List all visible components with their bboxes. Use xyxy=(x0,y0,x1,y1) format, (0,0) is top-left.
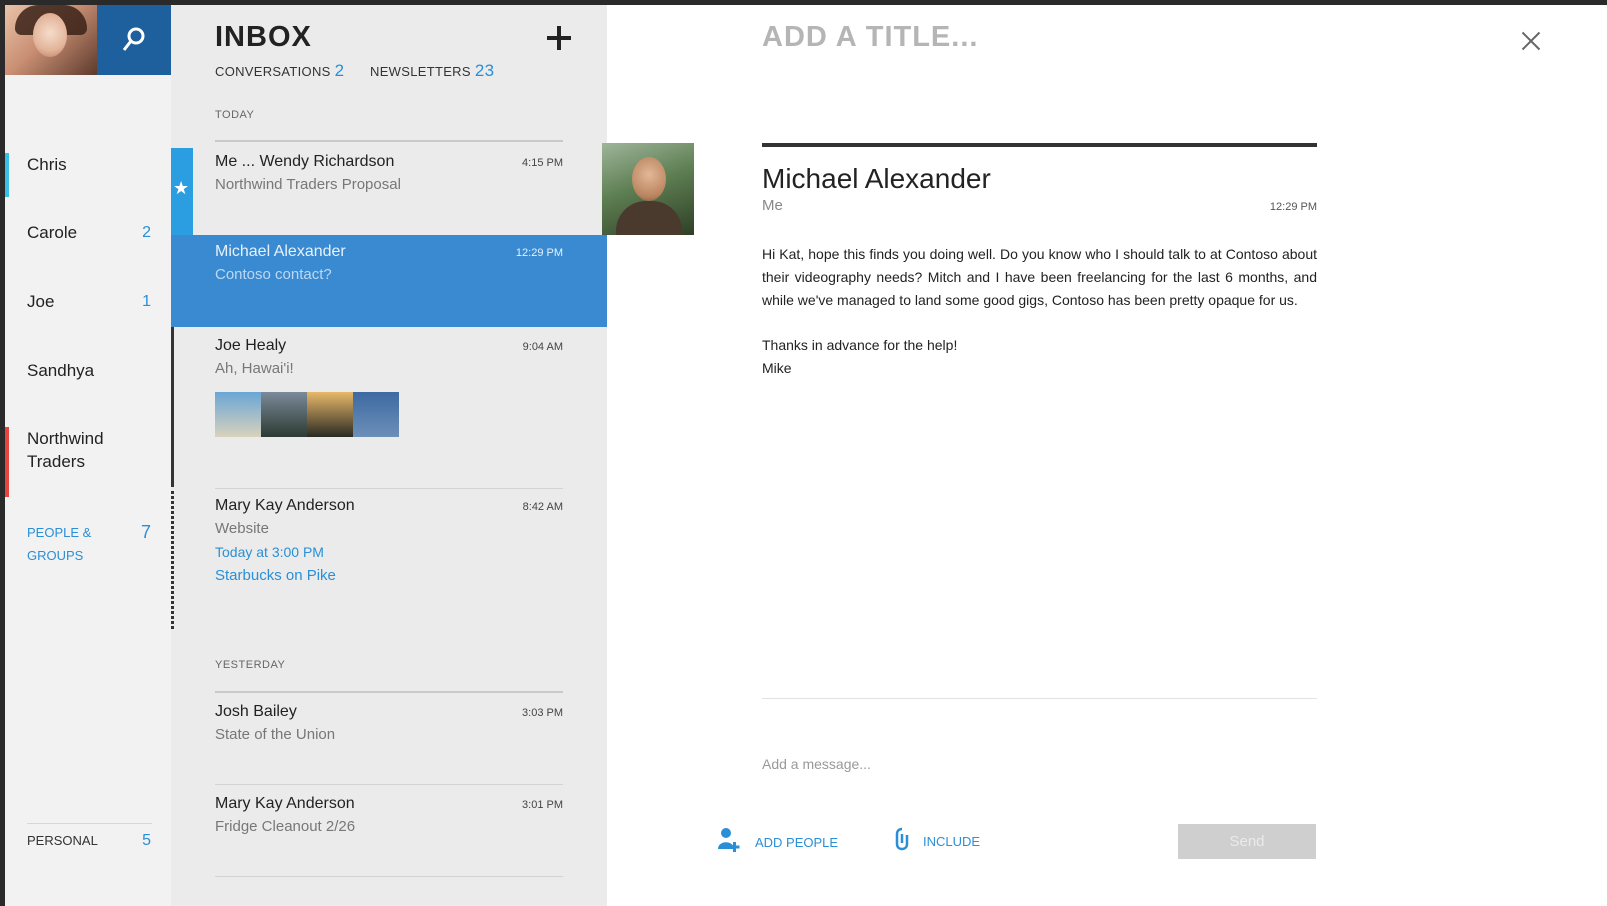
sidebar-item-carole[interactable]: Carole 2 xyxy=(5,221,171,265)
message-time: 9:04 AM xyxy=(522,341,563,353)
message-from: Josh Bailey xyxy=(215,703,297,720)
reply-divider xyxy=(762,698,1317,699)
message-body: Hi Kat, hope this finds you doing well. … xyxy=(762,243,1317,380)
message-time: 4:15 PM xyxy=(522,157,563,169)
message-item[interactable]: Mary Kay Anderson Fridge Cleanout 2/26 3… xyxy=(171,787,607,877)
sidebar-item-count: 7 xyxy=(140,522,151,542)
sidebar-item-northwind-traders[interactable]: Northwind Traders xyxy=(5,427,171,497)
title-input[interactable]: ADD A TITLE... xyxy=(762,21,978,54)
sender-name: Michael Alexander xyxy=(762,163,991,194)
tab-newsletters[interactable]: NEWSLETTERS 23 xyxy=(370,61,494,81)
sidebar-accent xyxy=(5,427,9,497)
message-subject: Contoso contact? xyxy=(215,266,332,283)
photo-thumbnail xyxy=(307,392,353,437)
section-label-yesterday: YESTERDAY xyxy=(215,659,286,671)
message-time: 12:29 PM xyxy=(515,247,563,259)
reading-pane: ADD A TITLE... Michael Alexander Me 12:2… xyxy=(607,5,1607,906)
add-people-label: ADD PEOPLE xyxy=(755,835,839,850)
header-rule xyxy=(762,143,1317,147)
message-item[interactable]: Joe Healy Ah, Hawai'i! 9:04 AM xyxy=(171,329,607,489)
sidebar: Chris Carole 2 Joe 1 Sandhya Northwind T… xyxy=(5,5,171,906)
message-item[interactable]: Me ... Wendy Richardson Northwind Trader… xyxy=(171,145,607,235)
message-subject: Website xyxy=(215,520,269,537)
tab-count: 2 xyxy=(334,61,345,80)
include-label: INCLUDE xyxy=(923,834,981,849)
photo-body xyxy=(616,201,682,235)
section-divider xyxy=(215,691,563,693)
message-from: Michael Alexander xyxy=(215,243,346,260)
add-people-button[interactable]: ADD PEOPLE xyxy=(717,827,838,858)
sidebar-accent xyxy=(5,153,9,197)
message-divider xyxy=(215,876,563,877)
reply-input[interactable] xyxy=(762,750,1317,778)
message-from: Mary Kay Anderson xyxy=(215,497,355,514)
message-paragraph: Hi Kat, hope this finds you doing well. … xyxy=(762,246,1317,308)
sidebar-item-label: PEOPLE & GROUPS xyxy=(27,525,92,563)
message-time: 8:42 AM xyxy=(522,501,563,513)
sidebar-item-chris[interactable]: Chris xyxy=(5,153,171,197)
tab-label: NEWSLETTERS xyxy=(370,64,471,79)
message-from: Joe Healy xyxy=(215,337,287,354)
tab-count: 23 xyxy=(474,61,495,80)
section-divider xyxy=(215,140,563,142)
recipient-name: Me xyxy=(762,197,783,214)
avatar-face xyxy=(33,13,67,57)
message-item[interactable]: Josh Bailey State of the Union 3:03 PM xyxy=(171,695,607,785)
sidebar-item-people-groups[interactable]: PEOPLE & GROUPS 7 xyxy=(5,521,171,569)
sidebar-item-label: Joe xyxy=(27,292,55,311)
inbox-pane: INBOX CONVERSATIONS 2 NEWSLETTERS 23 TODAY… xyxy=(171,5,629,906)
photo-attachments[interactable] xyxy=(215,392,399,437)
message-subject: State of the Union xyxy=(215,726,336,743)
event-time-link[interactable]: Today at 3:00 PM xyxy=(215,544,324,560)
tab-label: CONVERSATIONS xyxy=(215,64,331,79)
message-item-selected[interactable]: Michael Alexander Contoso contact? 12:29… xyxy=(171,235,629,327)
send-button[interactable]: Send xyxy=(1178,824,1316,859)
search-icon xyxy=(122,27,145,51)
sidebar-item-personal[interactable]: PERSONAL 5 xyxy=(5,829,171,873)
section-label-today: TODAY xyxy=(215,109,255,121)
message-signature: Mike xyxy=(762,360,792,376)
event-location-link[interactable]: Starbucks on Pike xyxy=(215,567,336,584)
paperclip-icon xyxy=(895,827,909,856)
sidebar-item-joe[interactable]: Joe 1 xyxy=(5,290,171,334)
message-from: Me ... Wendy Richardson xyxy=(215,153,395,170)
tab-conversations[interactable]: CONVERSATIONS 2 xyxy=(215,61,344,81)
contact-photo[interactable] xyxy=(602,143,694,235)
message-subject: Fridge Cleanout 2/26 xyxy=(215,818,356,835)
sidebar-item-label: Northwind Traders xyxy=(27,429,104,471)
close-button[interactable] xyxy=(1521,31,1541,51)
message-time: 3:01 PM xyxy=(522,799,563,811)
compose-button[interactable] xyxy=(544,23,574,53)
inbox-title: INBOX xyxy=(215,21,312,53)
sidebar-item-count: 1 xyxy=(142,293,151,310)
message-line: Thanks in advance for the help! xyxy=(762,337,958,353)
message-timestamp: 12:29 PM xyxy=(1269,201,1317,213)
message-divider xyxy=(215,784,563,785)
sidebar-divider xyxy=(27,823,152,824)
sidebar-item-label: Sandhya xyxy=(27,361,95,380)
inbox-tabs: CONVERSATIONS 2 NEWSLETTERS 23 xyxy=(215,61,516,81)
include-button[interactable]: INCLUDE xyxy=(895,827,980,856)
message-from: Mary Kay Anderson xyxy=(215,795,355,812)
photo-thumbnail xyxy=(353,392,399,437)
message-item[interactable]: Mary Kay Anderson Website 8:42 AM Today … xyxy=(171,489,607,609)
sidebar-item-label: Chris xyxy=(27,155,67,174)
sidebar-item-label: PERSONAL xyxy=(27,833,98,848)
message-time: 3:03 PM xyxy=(522,707,563,719)
message-subject: Northwind Traders Proposal xyxy=(215,176,401,193)
photo-head xyxy=(632,157,666,201)
add-person-icon xyxy=(717,827,741,858)
sidebar-item-sandhya[interactable]: Sandhya xyxy=(5,359,171,403)
sidebar-item-count: 2 xyxy=(142,224,151,241)
user-avatar[interactable] xyxy=(5,5,97,75)
sidebar-item-label: Carole xyxy=(27,223,78,242)
sidebar-item-count: 5 xyxy=(142,832,151,849)
message-subject: Ah, Hawai'i! xyxy=(215,360,294,377)
search-button[interactable] xyxy=(97,5,171,75)
mail-app: Chris Carole 2 Joe 1 Sandhya Northwind T… xyxy=(5,5,1607,906)
photo-thumbnail xyxy=(261,392,307,437)
photo-thumbnail xyxy=(215,392,261,437)
